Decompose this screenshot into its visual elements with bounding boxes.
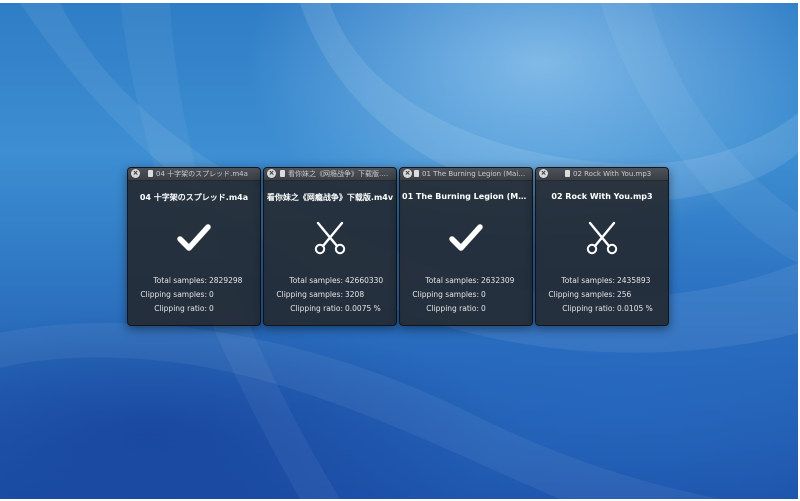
window-title: 04 十字架のスプレッド.m4a — [156, 170, 248, 178]
window-title: 看你妹之《网瘾战争》下载版.m4v — [288, 170, 392, 178]
stat-label: Clipping ratio: — [290, 304, 343, 313]
total-samples-row: Total samples: 2435893 — [536, 275, 668, 286]
clipping-samples-row: Clipping samples: 256 — [536, 289, 668, 300]
stat-value: 256 — [617, 290, 632, 299]
scissors-icon — [586, 221, 618, 255]
file-name: 02 Rock With You.mp3 — [551, 192, 653, 201]
stat-label: Clipping samples: — [412, 290, 479, 299]
window-titlebar[interactable]: × 02 Rock With You.mp3 — [536, 168, 668, 181]
total-samples-row: Total samples: 2632309 — [400, 275, 532, 286]
desktop: × 04 十字架のスプレッド.m4a 04 十字架のスプレッド.m4a Tota… — [0, 3, 798, 499]
stat-value: 0.0075 % — [345, 304, 381, 313]
analysis-window: × 01 The Burning Legion (Main Title... 0… — [399, 167, 533, 326]
total-samples-row: Total samples: 2829298 — [128, 275, 260, 286]
stat-label: Clipping ratio: — [562, 304, 615, 313]
clipping-ratio-row: Clipping ratio: 0.0075 % — [264, 303, 396, 314]
close-icon[interactable]: × — [539, 169, 548, 178]
stat-label: Clipping samples: — [140, 290, 207, 299]
checkmark-icon — [449, 224, 483, 251]
close-icon[interactable]: × — [267, 169, 276, 178]
stat-label: Total samples: — [289, 276, 343, 285]
document-icon — [565, 170, 570, 177]
clipping-samples-row: Clipping samples: 3208 — [264, 289, 396, 300]
stat-label: Clipping ratio: — [154, 304, 207, 313]
stat-label: Total samples: — [153, 276, 207, 285]
stat-value: 0 — [481, 304, 486, 313]
clipping-ratio-row: Clipping ratio: 0 — [400, 303, 532, 314]
clipping-ratio-row: Clipping ratio: 0.0105 % — [536, 303, 668, 314]
stat-value: 0 — [481, 290, 486, 299]
file-name: 01 The Burning Legion (Ma... — [402, 192, 530, 201]
stat-label: Total samples: — [425, 276, 479, 285]
window-titlebar[interactable]: × 01 The Burning Legion (Main Title... — [400, 168, 532, 181]
document-icon — [414, 170, 419, 177]
stat-label: Clipping samples: — [548, 290, 615, 299]
scissors-icon — [314, 221, 346, 255]
file-name: 看你妹之《网瘾战争》下载版.m4v — [266, 193, 394, 202]
stat-value: 0 — [209, 290, 214, 299]
stat-value: 2632309 — [481, 276, 515, 285]
window-title: 01 The Burning Legion (Main Title... — [422, 170, 528, 178]
total-samples-row: Total samples: 42660330 — [264, 275, 396, 286]
checkmark-icon — [177, 224, 211, 251]
stat-value: 0.0105 % — [617, 304, 653, 313]
stat-label: Total samples: — [561, 276, 615, 285]
analysis-window: × 02 Rock With You.mp3 02 Rock With You.… — [535, 167, 669, 326]
document-icon — [148, 170, 153, 177]
analysis-window: × 看你妹之《网瘾战争》下载版.m4v 看你妹之《网瘾战争》下载版.m4v To… — [263, 167, 397, 326]
file-name: 04 十字架のスプレッド.m4a — [139, 193, 249, 202]
window-titlebar[interactable]: × 04 十字架のスプレッド.m4a — [128, 168, 260, 181]
stat-value: 2435893 — [617, 276, 651, 285]
window-title: 02 Rock With You.mp3 — [573, 170, 652, 178]
stat-label: Clipping ratio: — [426, 304, 479, 313]
stat-value: 2829298 — [209, 276, 243, 285]
close-icon[interactable]: × — [131, 169, 140, 178]
stat-label: Clipping samples: — [276, 290, 343, 299]
clipping-ratio-row: Clipping ratio: 0 — [128, 303, 260, 314]
close-icon[interactable]: × — [403, 169, 412, 178]
window-titlebar[interactable]: × 看你妹之《网瘾战争》下载版.m4v — [264, 168, 396, 181]
analysis-window: × 04 十字架のスプレッド.m4a 04 十字架のスプレッド.m4a Tota… — [127, 167, 261, 326]
clipping-samples-row: Clipping samples: 0 — [128, 289, 260, 300]
stat-value: 42660330 — [345, 276, 384, 285]
clipping-samples-row: Clipping samples: 0 — [400, 289, 532, 300]
stat-value: 3208 — [345, 290, 365, 299]
document-icon — [280, 170, 285, 177]
stat-value: 0 — [209, 304, 214, 313]
